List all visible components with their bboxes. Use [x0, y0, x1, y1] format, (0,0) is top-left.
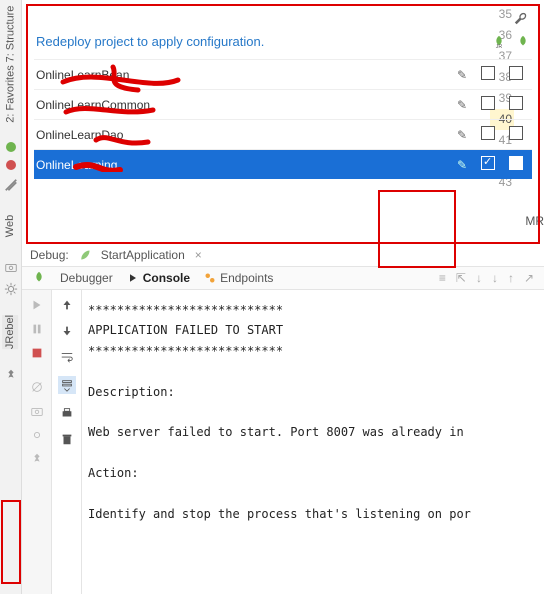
green-dot-icon	[6, 142, 16, 152]
soft-wrap-icon[interactable]	[60, 350, 74, 364]
rocket-jr-icon[interactable]: JR	[492, 35, 506, 49]
rocket-small-icon[interactable]	[32, 271, 46, 285]
wrench-icon[interactable]	[514, 12, 528, 26]
pin-icon[interactable]	[30, 452, 44, 466]
checkbox-xr[interactable]	[509, 126, 523, 140]
debug-label: Debug:	[30, 248, 69, 262]
module-name: OnlineLearnDao	[36, 128, 450, 142]
tab-favorites[interactable]: 2: Favorites	[5, 65, 17, 122]
module-name: OnlineLearnCommon	[36, 98, 450, 112]
tab-endpoints-label: Endpoints	[220, 271, 273, 285]
tab-console-label: Console	[143, 271, 190, 285]
rocket-icon[interactable]	[516, 35, 530, 49]
more-icon[interactable]: ↗	[524, 271, 534, 285]
pencil-icon[interactable]: ✎	[450, 158, 474, 172]
banner-text: Redeploy project to apply configuration.	[36, 34, 264, 49]
console-gutter	[52, 290, 82, 594]
endpoints-icon	[204, 272, 216, 284]
module-row[interactable]: OnlineLearnBean ✎	[34, 59, 532, 89]
checkbox-xr[interactable]	[509, 96, 523, 110]
tab-jrebel[interactable]: JRebel	[3, 315, 19, 349]
trash-icon[interactable]	[60, 432, 74, 446]
checkbox-jr[interactable]	[481, 156, 495, 170]
run-leaf-icon	[79, 249, 91, 261]
checkbox-xr[interactable]	[509, 156, 523, 170]
debug-tool-tabs: Debugger Console Endpoints ≡ ⇱ ↓ ↓ ↑ ↗	[22, 266, 544, 290]
module-row[interactable]: OnlineLearnCommon ✎	[34, 89, 532, 119]
run-gutter	[22, 290, 52, 594]
gear-icon[interactable]	[4, 282, 18, 296]
left-tool-strip: 7: Structure 2: Favorites Web JRebel	[0, 0, 22, 594]
svg-text:JR: JR	[496, 44, 503, 49]
red-dot-icon	[6, 160, 16, 170]
scroll-end-icon[interactable]	[60, 378, 74, 392]
run-config-name[interactable]: StartApplication	[101, 248, 185, 262]
pencil-icon[interactable]: ✎	[450, 68, 474, 82]
gear-icon[interactable]	[30, 428, 44, 442]
tab-structure[interactable]: 7: Structure	[5, 6, 17, 63]
pencil-icon[interactable]: ✎	[450, 98, 474, 112]
checkbox-jr[interactable]	[481, 96, 495, 110]
jrebel-panel: Redeploy project to apply configuration.…	[26, 4, 540, 244]
download-icon[interactable]: ↓	[476, 271, 482, 285]
tab-console[interactable]: Console	[127, 271, 190, 285]
checkbox-xr[interactable]	[509, 66, 523, 80]
camera-icon[interactable]	[30, 404, 44, 418]
mute-bp-icon[interactable]	[30, 380, 44, 394]
module-row[interactable]: OnlineLearning ✎	[34, 149, 532, 179]
stop-icon[interactable]	[30, 346, 44, 360]
resume-icon[interactable]	[30, 298, 44, 312]
export-up-icon[interactable]: ⇱	[456, 271, 466, 285]
console-wrap: *************************** APPLICATION …	[22, 290, 544, 594]
module-row[interactable]: OnlineLearnDao ✎	[34, 119, 532, 149]
print-icon[interactable]	[60, 406, 74, 420]
console-play-icon	[127, 272, 139, 284]
module-name: OnlineLearnBean	[36, 68, 450, 82]
arrow-up-icon[interactable]	[60, 298, 74, 312]
tab-endpoints[interactable]: Endpoints	[204, 271, 273, 285]
camera-icon[interactable]	[4, 260, 18, 274]
redeploy-banner: Redeploy project to apply configuration.…	[34, 28, 532, 59]
pause-icon[interactable]	[30, 322, 44, 336]
pin-icon[interactable]	[4, 368, 18, 382]
tab-debugger[interactable]: Debugger	[60, 271, 113, 285]
console-output[interactable]: *************************** APPLICATION …	[82, 290, 544, 594]
checkbox-jr[interactable]	[481, 126, 495, 140]
pencil-icon[interactable]: ✎	[450, 128, 474, 142]
close-icon[interactable]: ×	[195, 248, 202, 262]
upload-icon[interactable]: ↑	[508, 271, 514, 285]
module-name: OnlineLearning	[36, 158, 450, 172]
download-icon[interactable]: ↓	[492, 271, 498, 285]
checkbox-jr[interactable]	[481, 66, 495, 80]
tab-web[interactable]: Web	[5, 215, 17, 237]
menu-icon[interactable]: ≡	[439, 271, 446, 285]
arrow-down-icon[interactable]	[60, 324, 74, 338]
debug-config-tabs: Debug: StartApplication ×	[22, 244, 544, 266]
slash-icon[interactable]	[4, 178, 18, 192]
